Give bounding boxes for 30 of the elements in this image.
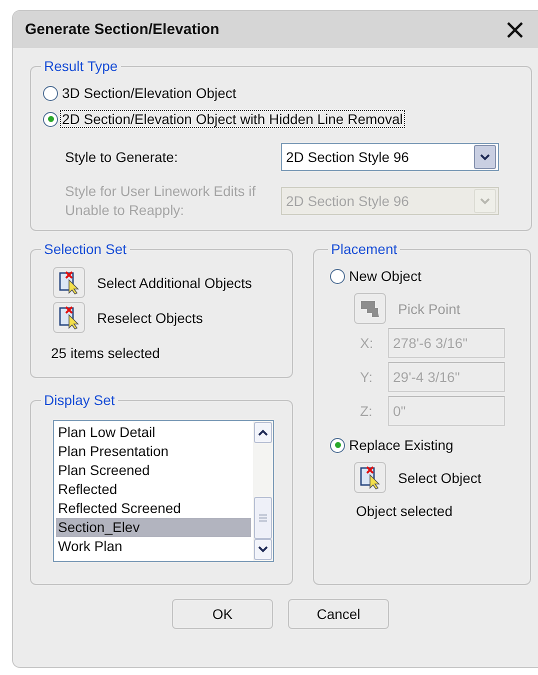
coordinate-label: Y:: [360, 369, 374, 385]
window-title: Generate Section/Elevation: [25, 21, 220, 38]
radio-option[interactable]: New Object: [330, 263, 520, 289]
placement-status: Object selected: [356, 503, 454, 519]
radio-option[interactable]: Replace Existing: [330, 432, 520, 458]
list-item[interactable]: Plan Screened: [56, 461, 251, 480]
list-item[interactable]: Section_Elev: [56, 518, 251, 537]
style-dropdown[interactable]: 2D Section Style 96: [281, 143, 499, 171]
list-item[interactable]: Plan Presentation: [56, 442, 251, 461]
coordinate-label: Z:: [360, 403, 374, 419]
group-legend: Selection Set: [41, 241, 130, 257]
list-item[interactable]: Reflected Screened: [56, 499, 251, 518]
list-item[interactable]: Work Plan: [56, 537, 251, 556]
radio-option[interactable]: 3D Section/Elevation Object: [43, 80, 521, 106]
group-legend: Result Type: [41, 58, 121, 74]
tool-label: Select Object: [398, 470, 482, 486]
group-legend: Display Set: [41, 392, 118, 408]
group-legend: Placement: [328, 241, 400, 257]
dialog-button[interactable]: OK: [172, 599, 273, 629]
field-label: Style to Generate:: [65, 148, 179, 166]
dialog-button[interactable]: Cancel: [288, 599, 389, 629]
tool-label: Select Additional Objects: [97, 274, 252, 290]
tool-label: Pick Point: [398, 300, 460, 316]
list-item[interactable]: Reflected: [56, 480, 251, 499]
coordinate-label: X:: [360, 335, 374, 351]
field-label: Style for User Linework Edits if Unable to Reapply:: [65, 182, 257, 220]
radio-option[interactable]: 2D Section/Elevation Object with Hidden Line Removal: [43, 106, 521, 132]
tool-label: Reselect Objects: [97, 310, 203, 326]
selection-status: 25 items selected: [51, 345, 161, 361]
list-item[interactable]: Plan Low Detail: [56, 423, 251, 442]
